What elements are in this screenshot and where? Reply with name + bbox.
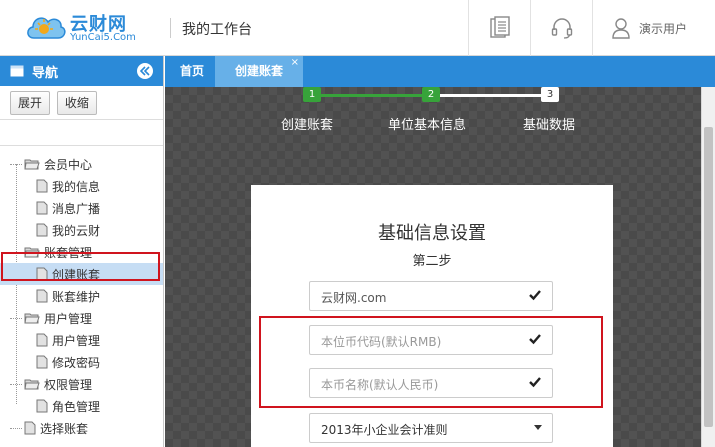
user-name: 演示用户 [639, 21, 688, 36]
page-icon [36, 333, 48, 347]
support-button[interactable] [530, 0, 592, 56]
tree-group-permission-management[interactable]: 权限管理 [0, 373, 163, 395]
highlight-box-currency-fields [259, 316, 603, 408]
tree-connector [10, 163, 22, 165]
page-icon [36, 355, 48, 369]
page-icon [36, 399, 48, 413]
step-2-marker: 2 [422, 87, 440, 102]
tree-item-select-ledger[interactable]: 选择账套 [0, 417, 163, 439]
tree-item-ledger-maintenance[interactable]: 账套维护 [0, 285, 163, 307]
tree-item-my-yuncai[interactable]: 我的云财 [0, 219, 163, 241]
tree-item-label: 角色管理 [52, 399, 101, 414]
folder-open-icon [24, 313, 40, 324]
tree-spacer [0, 120, 163, 146]
document-icon [489, 16, 510, 38]
tree-item-label: 消息广播 [52, 201, 101, 216]
page-icon [36, 179, 48, 193]
step-1-marker: 1 [303, 87, 321, 102]
double-chevron-left-icon [140, 66, 150, 76]
app-header: 云财网 YunCai5.Com 我的工作台 演示用户 [0, 0, 715, 56]
tree-group-label: 权限管理 [44, 377, 93, 392]
tree-connector [10, 427, 22, 429]
page-icon [36, 289, 48, 303]
workspace-title[interactable]: 我的工作台 [182, 19, 252, 39]
tree-item-label: 我的云财 [52, 223, 101, 238]
page-icon [36, 223, 48, 237]
step-1-label: 创建账套 [281, 118, 334, 133]
page-icon [36, 201, 48, 215]
domain-field[interactable]: 云财网.com [309, 281, 553, 311]
accounting-standard-value: 2013年小企业会计准则 [321, 423, 448, 437]
tree-item-broadcast[interactable]: 消息广播 [0, 197, 163, 219]
tree-group-label: 用户管理 [44, 311, 93, 326]
step-progress-line-done [317, 94, 430, 97]
tree-group-member-center[interactable]: 会员中心 [0, 153, 163, 175]
tree-item-my-info[interactable]: 我的信息 [0, 175, 163, 197]
tree-controls: 展开 收缩 [0, 86, 163, 120]
tab-create-ledger[interactable]: 创建账套 × [215, 56, 303, 87]
dropdown-arrow-icon [534, 425, 542, 430]
content-scrollbar[interactable] [701, 87, 715, 447]
nav-tree: 会员中心 我的信息 消息广播 我的云财 账套管理 创建账套 账套维护 用户管理 … [0, 146, 163, 439]
yuncai-logo[interactable]: 云财网 YunCai5.Com [24, 8, 154, 48]
tree-item-label: 我的信息 [52, 179, 101, 194]
domain-value: 云财网.com [321, 291, 387, 305]
header-divider [170, 18, 171, 38]
tree-group-label: 会员中心 [44, 157, 93, 172]
form-title: 基础信息设置 [378, 223, 486, 244]
user-menu[interactable]: 演示用户 [592, 0, 715, 56]
folder-open-icon [24, 159, 40, 170]
headset-icon [551, 18, 572, 39]
tab-label: 创建账套 [234, 64, 283, 78]
tree-item-change-password[interactable]: 修改密码 [0, 351, 163, 373]
cloud-logo-icon [27, 17, 66, 39]
user-icon [612, 18, 630, 39]
step-3-label: 基础数据 [523, 118, 576, 133]
nav-panel-icon [10, 65, 24, 77]
form-step-label: 第二步 [412, 254, 452, 269]
tree-item-label: 选择账套 [40, 421, 89, 436]
documents-button[interactable] [468, 0, 530, 56]
tree-group-user-management[interactable]: 用户管理 [0, 307, 163, 329]
highlight-box-create-ledger [1, 252, 160, 281]
collapse-all-button[interactable]: 收缩 [56, 91, 97, 115]
step-2-label: 单位基本信息 [388, 118, 467, 133]
tree-item-label: 账套维护 [52, 289, 101, 304]
expand-all-button[interactable]: 展开 [10, 91, 51, 115]
scrollbar-thumb[interactable] [704, 127, 713, 427]
step-progress-line-todo [435, 94, 545, 97]
folder-open-icon [24, 379, 40, 390]
logo-subtitle: YunCai5.Com [70, 32, 136, 43]
tree-item-role-management[interactable]: 角色管理 [0, 395, 163, 417]
step-3-marker: 3 [541, 87, 559, 102]
collapse-sidebar-button[interactable] [137, 63, 153, 79]
tree-item-user-management[interactable]: 用户管理 [0, 329, 163, 351]
tree-connector [10, 383, 22, 385]
nav-title: 导航 [32, 65, 59, 81]
close-tab-icon[interactable]: × [291, 47, 299, 78]
accounting-standard-select[interactable]: 2013年小企业会计准则 [309, 413, 553, 443]
tree-item-label: 用户管理 [52, 333, 101, 348]
check-icon [529, 290, 541, 301]
nav-header: 导航 [0, 56, 163, 86]
tree-item-label: 修改密码 [52, 355, 101, 370]
tab-home[interactable]: 首页 [169, 56, 215, 87]
tree-connector [10, 317, 22, 319]
tab-bar: 首页 创建账套 × [165, 56, 715, 87]
page-icon [24, 421, 36, 435]
